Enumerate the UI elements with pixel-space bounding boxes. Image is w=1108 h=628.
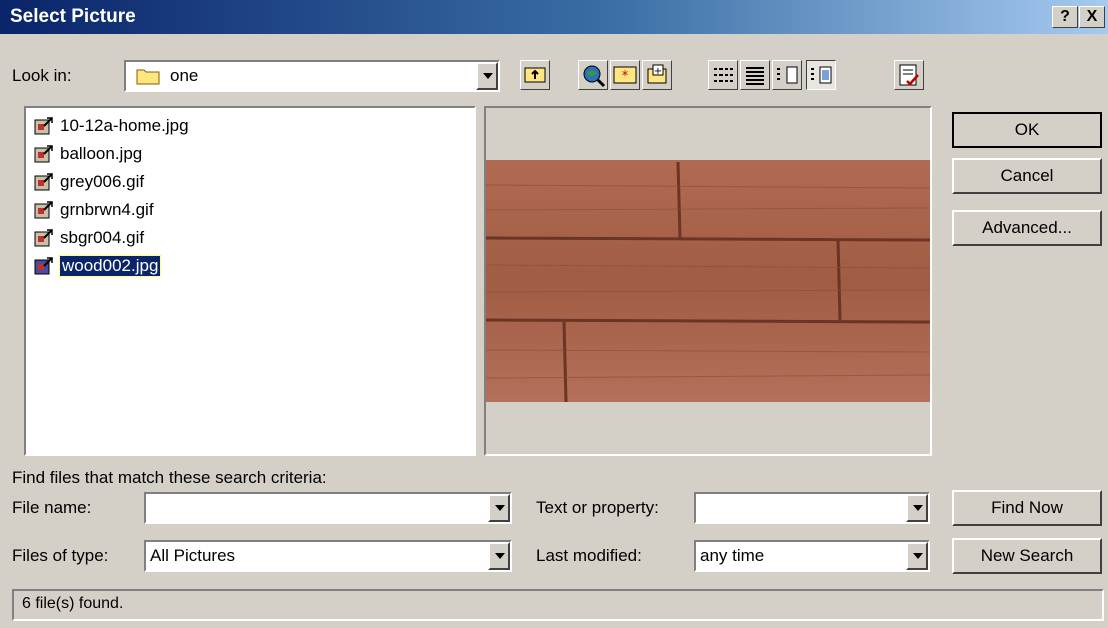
text-or-property-label: Text or property: [536,498,659,517]
text-or-property-dropdown-arrow[interactable] [906,494,928,522]
text-or-property-combo[interactable] [694,492,930,524]
title-bar[interactable] [0,0,1108,34]
file-list-item[interactable]: sbgr004.gif [34,226,144,250]
file-name-combo[interactable] [144,492,512,524]
globe-search-icon [583,65,606,88]
image-file-icon [34,145,53,163]
preview-view-icon [811,66,832,84]
file-name-input[interactable] [150,497,484,519]
image-file-icon [34,117,53,135]
add-to-favorites-button[interactable]: + [642,60,672,90]
cancel-button[interactable]: Cancel [952,158,1102,194]
up-folder-icon [524,67,546,83]
ok-button[interactable]: OK [952,112,1102,148]
folder-icon [136,69,160,85]
search-web-button[interactable] [578,60,608,90]
file-name-label: grnbrwn4.gif [60,200,154,219]
help-button[interactable]: ? [1052,6,1078,28]
svg-text:+: + [654,66,662,77]
last-modified-combo[interactable]: any time [694,540,930,572]
image-file-icon [34,173,53,191]
file-name-label: File name: [12,498,92,517]
commands-icon [899,64,919,86]
look-in-value: one [170,66,199,85]
file-name-label: sbgr004.gif [60,228,145,247]
look-in-favorites-button[interactable]: * [610,60,640,90]
status-bar: 6 file(s) found. [12,589,1104,621]
status-text: 6 file(s) found. [22,595,124,612]
file-list-item[interactable]: wood002.jpg [34,254,162,278]
close-button[interactable]: X [1079,6,1105,28]
file-list[interactable]: 10-12a-home.jpg balloon.jpg grey006.gif grn… [24,106,476,456]
preview-pane [484,106,932,456]
advanced-button[interactable]: Advanced... [952,210,1102,246]
up-one-level-button[interactable] [520,60,550,90]
last-modified-label: Last modified: [536,546,642,565]
find-now-button[interactable]: Find Now [952,490,1102,526]
wood-texture-preview [486,160,930,402]
look-in-label: Look in: [12,66,72,85]
image-file-icon [34,229,53,247]
new-search-button[interactable]: New Search [952,538,1102,574]
files-of-type-label: Files of type: [12,546,109,565]
properties-view-icon [777,66,798,84]
close-icon: X [1086,8,1098,25]
details-view-button[interactable] [740,60,770,90]
file-list-item[interactable]: grey006.gif [34,170,144,194]
svg-text:*: * [622,69,629,84]
image-file-icon [34,257,53,275]
last-modified-value: any time [700,546,765,565]
file-list-item[interactable]: balloon.jpg [34,142,142,166]
image-file-icon [34,201,53,219]
file-name-label: 10-12a-home.jpg [60,116,189,135]
last-modified-dropdown-arrow[interactable] [906,542,928,570]
favorites-folder-icon: * [613,66,637,84]
window-title: Select Picture [10,6,136,27]
look-in-dropdown-arrow[interactable] [476,62,498,90]
preview-view-button[interactable] [806,60,836,90]
file-name-label: grey006.gif [60,172,145,191]
details-view-icon [746,67,764,85]
add-favorite-icon: + [647,64,667,84]
file-list-item[interactable]: 10-12a-home.jpg [34,114,189,138]
list-view-icon [714,68,733,82]
file-name-label: balloon.jpg [60,144,143,163]
files-of-type-dropdown-arrow[interactable] [488,542,510,570]
commands-settings-button[interactable] [894,60,924,90]
list-view-button[interactable] [708,60,738,90]
file-list-item[interactable]: grnbrwn4.gif [34,198,154,222]
files-of-type-value: All Pictures [150,546,236,565]
look-in-combo[interactable]: one [124,60,500,92]
file-name-label: wood002.jpg [58,255,162,277]
properties-view-button[interactable] [772,60,802,90]
text-or-property-input[interactable] [700,497,904,519]
files-of-type-combo[interactable]: All Pictures [144,540,512,572]
help-icon: ? [1060,8,1070,25]
file-name-dropdown-arrow[interactable] [488,494,510,522]
search-criteria-label: Find files that match these search crite… [12,468,327,487]
